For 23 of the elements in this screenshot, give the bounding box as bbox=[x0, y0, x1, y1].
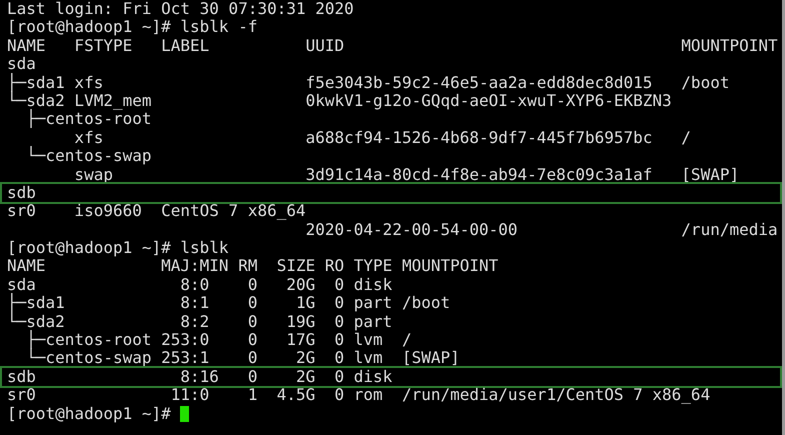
terminal-line: NAME FSTYPE LABEL UUID MOUNTPOINT bbox=[7, 36, 778, 56]
terminal-line: [root@hadoop1 ~]# lsblk bbox=[7, 239, 229, 258]
highlighted-terminal-line: sdb bbox=[2, 184, 780, 202]
terminal-line: NAME MAJ:MIN RM SIZE RO TYPE MOUNTPOINT bbox=[7, 257, 498, 276]
highlighted-terminal-line: sdb 8:16 0 2G 0 disk bbox=[2, 368, 780, 386]
terminal-line: ├─sda1 xfs f5e3043b-59c2-46e5-aa2a-edd8dec8d015 /boot bbox=[7, 74, 730, 92]
terminal-line: └─centos-swap 253:1 0 2G 0 lvm [SWAP] bbox=[25, 349, 460, 368]
terminal-line: [root@hadoop1 ~]# bbox=[7, 404, 172, 423]
terminal-line: └─sda2 8:2 0 19G 0 part bbox=[7, 312, 392, 331]
terminal-line: ├─sda1 8:1 0 1G 0 part /boot bbox=[7, 294, 450, 312]
terminal-line: sr0 iso9660 CentOS 7 x86_64 bbox=[7, 202, 306, 221]
terminal-line: └─sda2 LVM2_mem 0kwkV1-g12o-GQqd-aeOI-xwuT-XYP6-EKBZN3 bbox=[7, 92, 672, 110]
terminal-line: sda bbox=[7, 55, 36, 74]
terminal-line: 2020-04-22-00-54-00-00 /run/media bbox=[305, 220, 778, 240]
terminal-line: Last login: Fri Oct 30 07:30:31 2020 bbox=[7, 0, 354, 18]
terminal-line: [root@hadoop1 ~]# lsblk -f bbox=[7, 18, 258, 37]
terminal-line: sda 8:0 0 20G 0 disk bbox=[7, 276, 392, 294]
terminal-line: xfs a688cf94-1526-4b68-9df7-445f7b6957bc / bbox=[74, 128, 691, 147]
terminal-line: ├─centos-root bbox=[25, 110, 152, 129]
terminal-line: ├─centos-root 253:0 0 17G 0 lvm / bbox=[25, 331, 412, 350]
terminal-line: swap 3d91c14a-80cd-4f8e-ab94-7e8c09c3a1af [SWAP] bbox=[73, 166, 740, 184]
terminal-line: sr0 11:0 1 4.5G 0 rom /run/media/user1/CentOS 7 x86_64 bbox=[7, 386, 710, 405]
terminal-line: └─centos-swap bbox=[25, 147, 152, 166]
